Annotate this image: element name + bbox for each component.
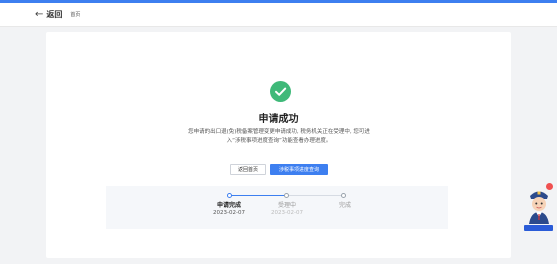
virtual-assistant-avatar[interactable] [525, 184, 553, 230]
step-date-2: 2023-02-07 [271, 210, 303, 216]
arrow-left-icon: ← [35, 8, 44, 20]
success-check-icon [270, 81, 291, 102]
notification-badge [546, 183, 553, 190]
back-label: 返回 [46, 10, 63, 19]
progress-query-button[interactable]: 涉税事项进度查询 [270, 164, 328, 175]
result-title: 申请成功 [258, 114, 299, 125]
step-dot-2 [284, 193, 289, 198]
step-date-1: 2023-02-07 [213, 210, 245, 216]
step-connector-done [230, 195, 286, 196]
step-label-2: 受理中 [277, 202, 296, 209]
step-label-3: 完成 [338, 202, 351, 209]
assistant-icon [529, 191, 549, 224]
page-header: ← 返回 首页 [0, 3, 557, 27]
back-button[interactable]: ← 返回 [35, 9, 62, 20]
step-label-1: 申请完成 [216, 202, 241, 209]
step-dot-3 [341, 193, 346, 198]
return-home-button[interactable]: 返回首页 [230, 164, 266, 175]
step-dot-1 [227, 193, 232, 198]
step-connector-pending [286, 195, 344, 196]
assistant-badge[interactable] [524, 225, 553, 231]
breadcrumb-home[interactable]: 首页 [70, 11, 80, 18]
result-description: 您申请的出口退(免)税备案管理变更申请成功, 税务机关正在受理中, 您可进入“涉… [188, 129, 370, 144]
